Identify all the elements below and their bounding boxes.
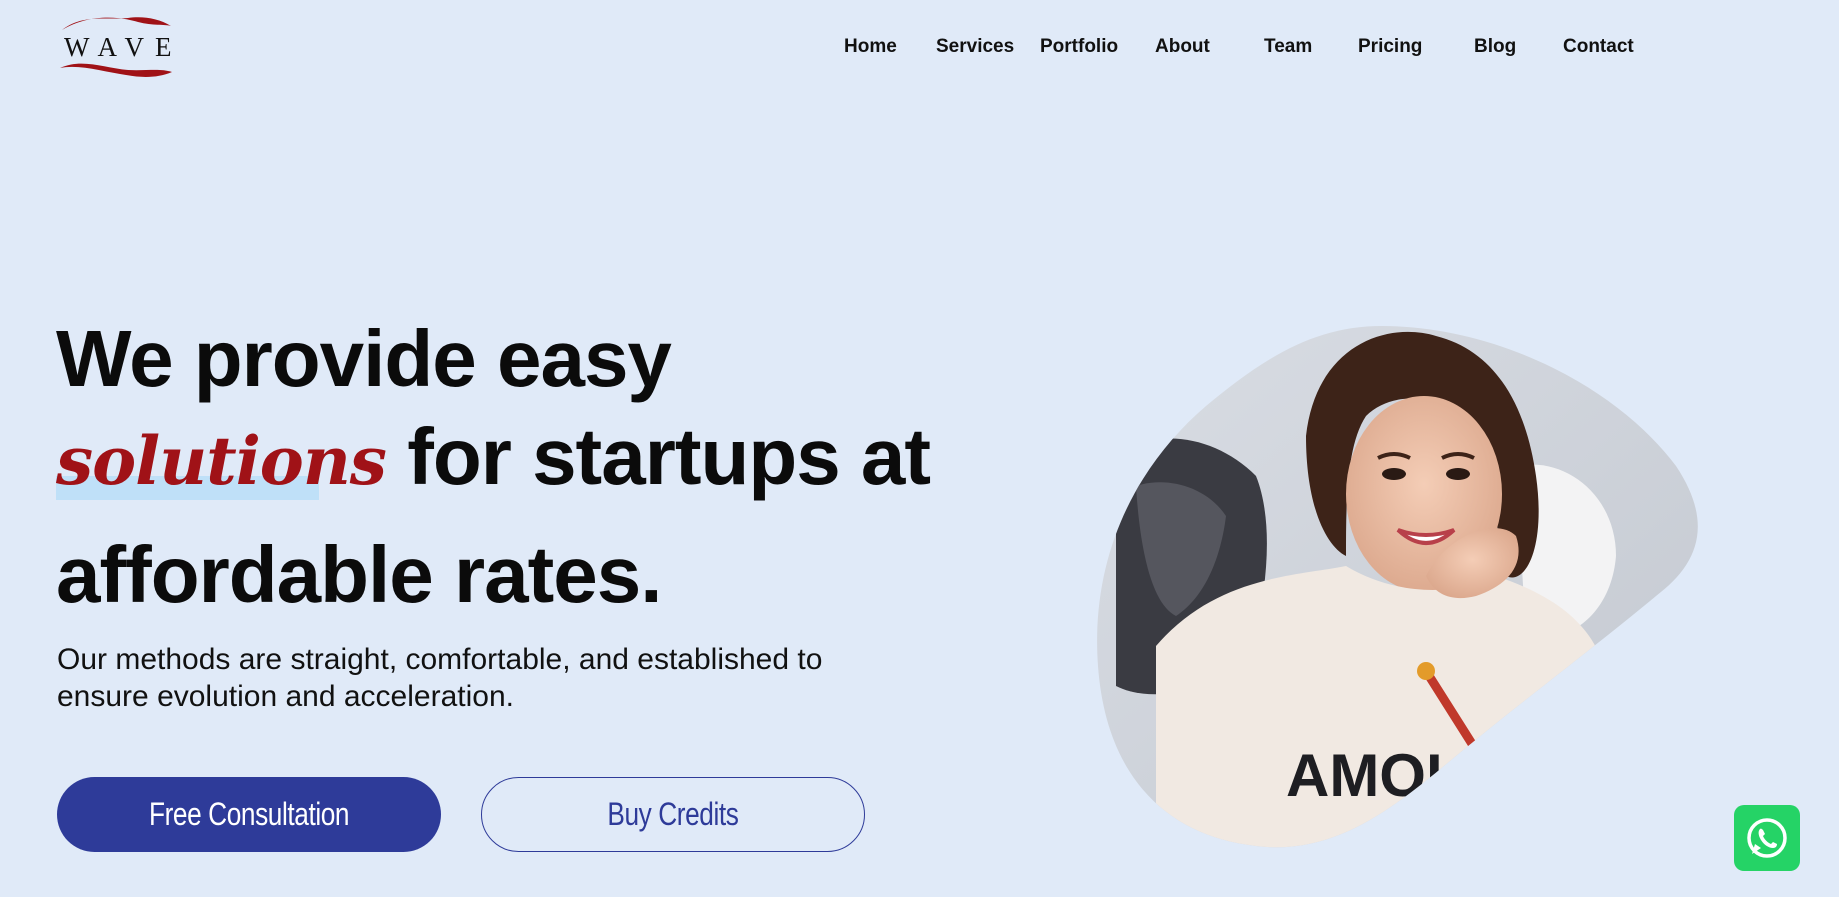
whatsapp-icon <box>1747 818 1787 858</box>
nav-contact[interactable]: Contact <box>1563 35 1634 59</box>
nav-blog[interactable]: Blog <box>1474 35 1516 59</box>
logo-wordmark: WAVE <box>64 32 183 62</box>
smiling-woman-photo-icon: AMOI <box>1097 326 1698 848</box>
logo[interactable]: WAVE <box>58 12 174 78</box>
whatsapp-button[interactable] <box>1734 805 1800 871</box>
hero-heading-line-2-rest: for startups at <box>385 412 931 501</box>
nav-team[interactable]: Team <box>1264 35 1312 59</box>
free-consultation-button[interactable]: Free Consultation <box>57 777 441 852</box>
svg-text:AMOI: AMOI <box>1286 742 1443 809</box>
hero-heading-line-2: solutions for startups at <box>56 412 931 506</box>
nav-services[interactable]: Services <box>936 35 1014 59</box>
hero-image: AMOI <box>1096 326 1704 850</box>
hero-highlight-word: solutions <box>56 422 387 500</box>
hero-subtitle: Our methods are straight, comfortable, a… <box>57 643 823 713</box>
nav-pricing[interactable]: Pricing <box>1358 35 1422 59</box>
nav-about[interactable]: About <box>1155 35 1210 59</box>
hero-heading-line-1: We provide easy <box>56 314 672 403</box>
nav-portfolio[interactable]: Portfolio <box>1040 35 1118 59</box>
buy-credits-button[interactable]: Buy Credits <box>481 777 865 852</box>
nav-home[interactable]: Home <box>844 35 897 59</box>
landing-page: WAVE Home Services Portfolio About Team … <box>0 0 1839 897</box>
hero-heading-line-3: affordable rates. <box>56 530 662 619</box>
